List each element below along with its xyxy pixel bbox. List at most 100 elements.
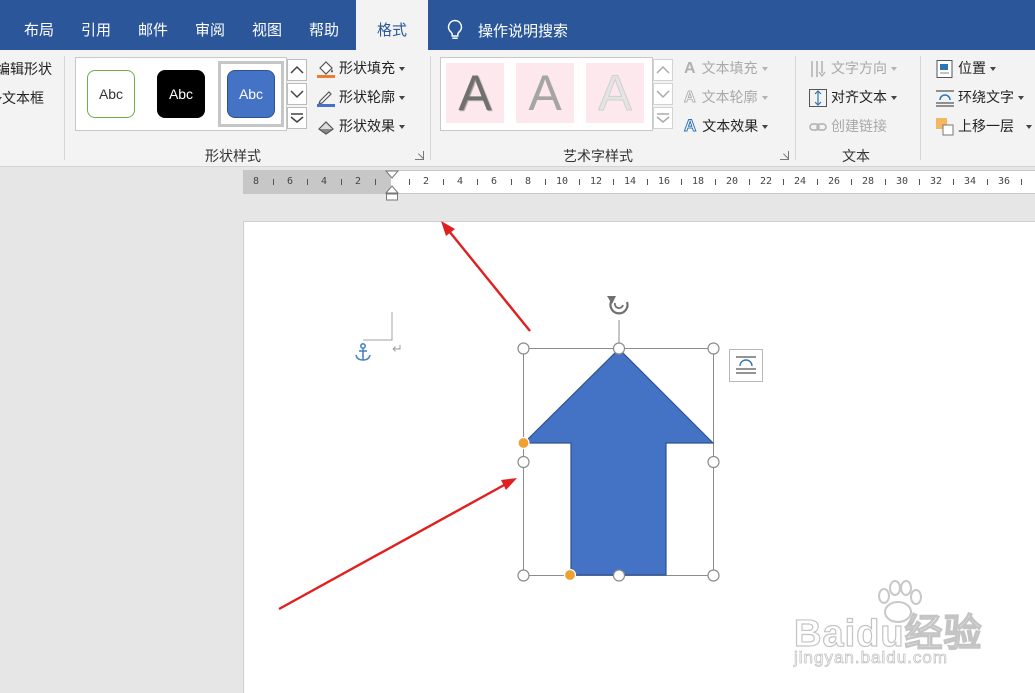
tab-view[interactable]: 视图 (252, 0, 282, 50)
tab-layout[interactable]: 布局 (24, 0, 54, 50)
tell-me-search[interactable]: 操作说明搜索 (440, 0, 568, 50)
ruler-label: 12 (589, 176, 603, 187)
create-link-button[interactable]: 创建链接 (808, 116, 887, 137)
tab-references[interactable]: 引用 (81, 0, 111, 50)
shape-styles-dialog-launcher[interactable] (415, 151, 424, 160)
shape-fill-label: 形状填充 (339, 61, 395, 77)
text-group-label: 文本 (842, 149, 870, 165)
paint-bucket-icon (317, 61, 335, 78)
tab-format[interactable]: 格式 (356, 0, 428, 50)
ruler-tick (885, 179, 886, 185)
wordart-style-3[interactable]: A (586, 63, 644, 123)
ruler-label: 2 (354, 176, 362, 187)
shape-effects-button[interactable]: 形状效果 (316, 116, 405, 137)
textbox-label: 文本框 (2, 91, 44, 107)
tab-review[interactable]: 审阅 (195, 0, 225, 50)
ruler-label: 4 (320, 176, 328, 187)
more-icon (290, 113, 304, 123)
shape-effects-icon (318, 121, 334, 135)
ruler-tick (851, 179, 852, 185)
group-separator (795, 56, 796, 160)
text-outline-label: 文本轮廓 (701, 90, 758, 106)
ruler-label: 2 (422, 176, 430, 187)
ruler-tick (1021, 179, 1022, 185)
position-button[interactable]: 位置 (935, 58, 996, 79)
chevron-down-icon (1018, 96, 1024, 100)
wordart-more[interactable] (653, 107, 673, 129)
text-effects-label: 文本效果 (702, 119, 759, 135)
horizontal-ruler[interactable]: 8 6 4 2 2 4 6 8 10 12 14 16 18 20 22 24 26 28 30 32 34 36 (243, 170, 1035, 201)
wrap-text-icon (936, 90, 954, 107)
shape-style-outline-green[interactable]: Abc (87, 70, 135, 118)
text-direction-label: 文字方向 (831, 61, 887, 77)
chevron-down-icon (761, 67, 768, 71)
ruler-tick (273, 179, 274, 185)
ruler-label: 14 (623, 176, 637, 187)
text-outline-button[interactable]: A 文本轮廓 (684, 87, 768, 107)
paragraph-mark: ↵ (392, 342, 403, 357)
ruler-tick (341, 179, 342, 185)
resize-handle-right (707, 455, 720, 469)
edit-shape-button[interactable]: 编辑形状 (0, 59, 52, 79)
watermark-url: jingyan.baidu.com (794, 648, 949, 668)
chevron-down-icon (399, 67, 405, 71)
align-text-icon (809, 89, 827, 107)
ruler-label: 34 (963, 176, 977, 187)
shape-fill-button[interactable]: 形状填充 (316, 58, 405, 79)
chevron-down-icon (1026, 125, 1032, 129)
ruler-margin-area (243, 171, 391, 193)
ruler-tick (817, 179, 818, 185)
wordart-style-1[interactable]: A (446, 63, 504, 123)
adjust-handle-shaft (563, 568, 577, 582)
ruler-tick (715, 179, 716, 185)
resize-handle-top-left (517, 342, 530, 355)
text-outline-icon: A (684, 89, 697, 107)
ruler-label: 18 (691, 176, 705, 187)
shape-styles-group-label: 形状样式 (205, 149, 261, 165)
ruler-tick (783, 179, 784, 185)
shape-outline-label: 形状轮廓 (339, 90, 395, 106)
ruler-label: 24 (793, 176, 807, 187)
textbox-button[interactable]: 文本框 (0, 88, 44, 108)
align-text-button[interactable]: 对齐文本 (808, 87, 897, 108)
indent-marker-icon[interactable] (385, 170, 399, 204)
ribbon: 编辑形状 文本框 Abc Abc Abc 形状填充 形状轮廓 形状效果 形状样式… (0, 50, 1035, 167)
layout-options-button[interactable] (729, 349, 763, 382)
more-icon (656, 113, 670, 123)
tab-mailings[interactable]: 邮件 (138, 0, 168, 50)
text-effects-button[interactable]: A 文本效果 (683, 116, 769, 136)
text-fill-button[interactable]: A 文本填充 (684, 58, 768, 78)
chevron-down-icon (990, 67, 996, 71)
bring-forward-button[interactable]: 上移一层 (935, 116, 1032, 137)
chevron-down-icon (891, 96, 897, 100)
wrap-text-button[interactable]: 环绕文字 (935, 87, 1024, 108)
chevron-down-icon (761, 96, 768, 100)
ruler-tick (579, 179, 580, 185)
group-separator (430, 56, 431, 160)
group-separator (64, 56, 65, 160)
ruler-tick (919, 179, 920, 185)
ruler-tick (409, 179, 410, 185)
text-direction-icon (811, 61, 826, 77)
text-direction-button[interactable]: 文字方向 (808, 58, 897, 79)
position-icon (936, 60, 953, 78)
resize-handle-bottom (612, 569, 626, 582)
shape-outline-button[interactable]: 形状轮廓 (316, 87, 405, 108)
tell-me-label: 操作说明搜索 (478, 21, 569, 40)
ruler-label: 8 (252, 176, 260, 187)
wordart-styles-dialog-launcher[interactable] (780, 151, 789, 160)
chevron-up-icon (656, 65, 670, 74)
ruler-label: 4 (456, 176, 464, 187)
gallery-scroll-up[interactable] (287, 59, 307, 81)
gallery-scroll-down[interactable] (287, 83, 307, 105)
group-separator (920, 56, 921, 160)
wordart-scroll-down[interactable] (653, 83, 673, 105)
shape-style-black[interactable]: Abc (157, 70, 205, 118)
tab-help[interactable]: 帮助 (309, 0, 339, 50)
wordart-scroll-up[interactable] (653, 59, 673, 81)
ruler-label: 10 (555, 176, 569, 187)
gallery-more[interactable] (287, 107, 307, 129)
ruler-label: 28 (861, 176, 875, 187)
wordart-style-2[interactable]: A (516, 63, 574, 123)
shape-style-blue[interactable]: Abc (227, 70, 275, 118)
